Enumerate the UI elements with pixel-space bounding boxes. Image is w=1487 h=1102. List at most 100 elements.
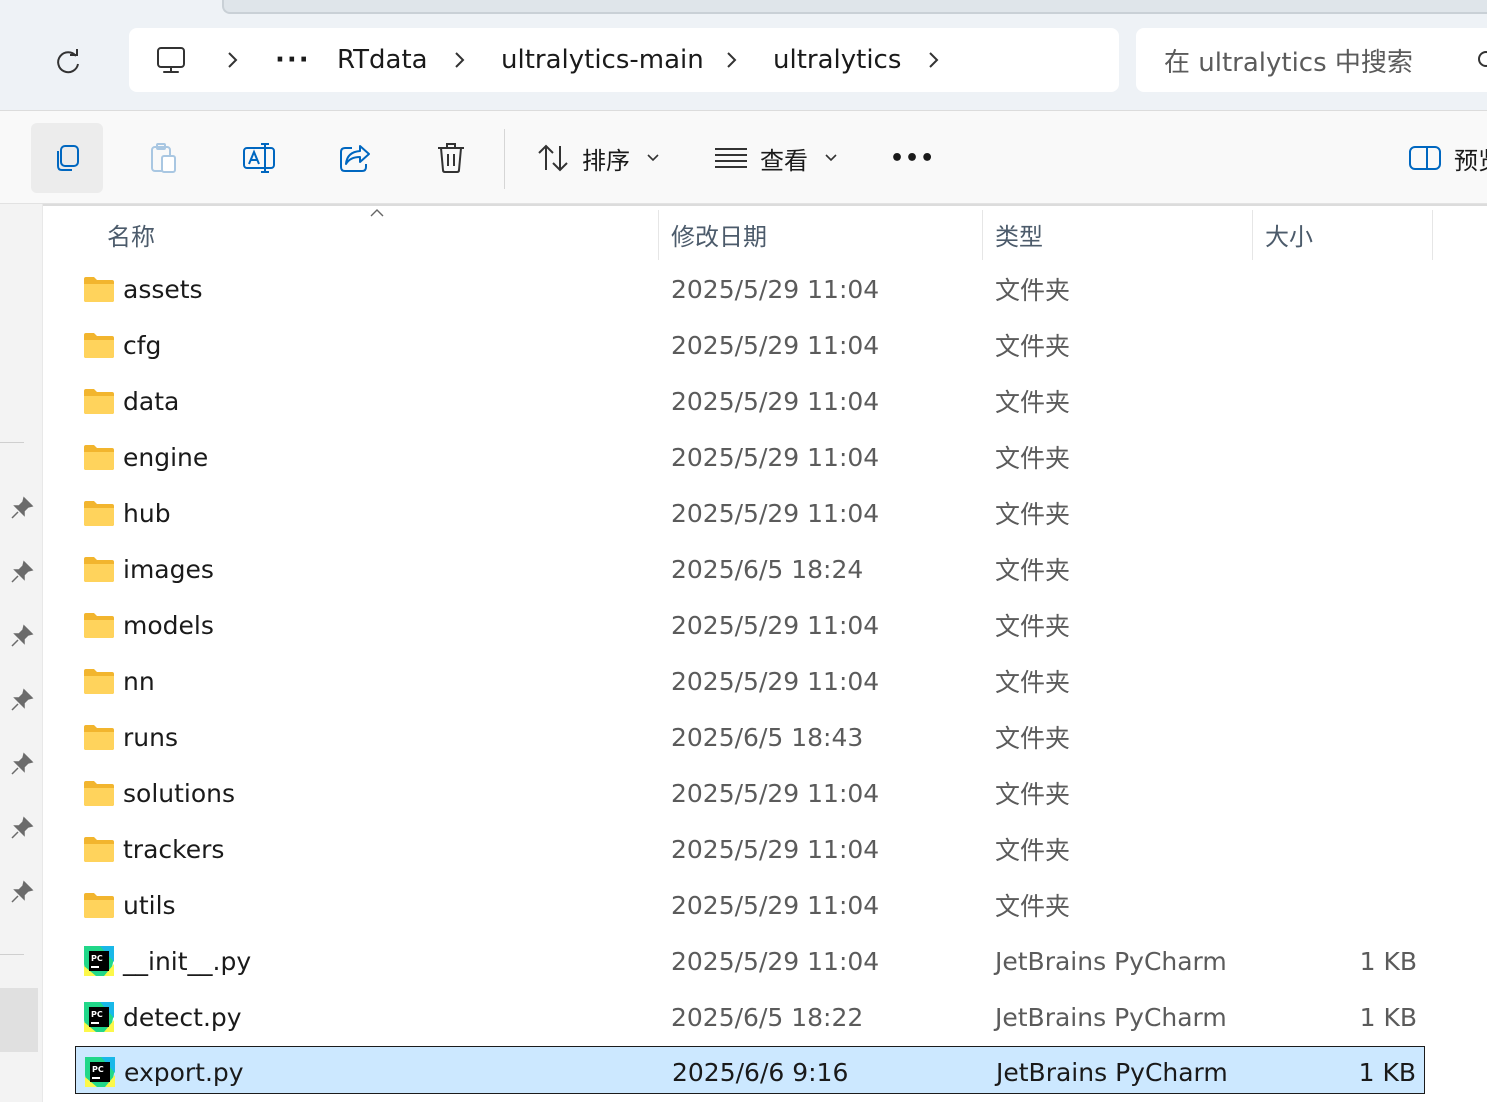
file-name: solutions <box>123 778 236 808</box>
preview-pane-button[interactable]: 预览 <box>1408 123 1487 193</box>
pin-icon[interactable] <box>10 496 34 520</box>
file-name: detect.py <box>123 1002 242 1032</box>
column-divider[interactable] <box>982 210 983 260</box>
pin-icon[interactable] <box>10 560 34 584</box>
column-header-type[interactable]: 类型 <box>995 206 1043 262</box>
file-type: JetBrains PyCharm <box>995 1002 1227 1032</box>
file-date: 2025/6/5 18:24 <box>671 554 864 584</box>
pin-icon[interactable] <box>10 752 34 776</box>
folder-row[interactable]: nn 2025/5/29 11:04 文件夹 <box>75 656 1425 706</box>
chevron-right-icon[interactable] <box>716 28 746 92</box>
file-date: 2025/5/29 11:04 <box>671 274 880 304</box>
chevron-right-icon[interactable] <box>217 28 247 92</box>
file-date: 2025/5/29 11:04 <box>671 498 880 528</box>
folder-row[interactable]: utils 2025/5/29 11:04 文件夹 <box>75 880 1425 930</box>
column-header-date[interactable]: 修改日期 <box>671 206 767 262</box>
pin-icon[interactable] <box>10 688 34 712</box>
view-icon <box>715 148 747 168</box>
folder-row[interactable]: engine 2025/5/29 11:04 文件夹 <box>75 432 1425 482</box>
preview-label: 预览 <box>1454 146 1487 175</box>
share-icon <box>340 145 370 172</box>
folder-row[interactable]: images 2025/6/5 18:24 文件夹 <box>75 544 1425 594</box>
column-header-name[interactable]: 名称 <box>107 206 155 262</box>
file-type: 文件夹 <box>995 388 1071 417</box>
chevron-right-icon[interactable] <box>918 28 948 92</box>
folder-icon <box>84 333 114 358</box>
chevron-down-icon <box>825 154 837 162</box>
toolbar-divider <box>504 129 505 189</box>
more-options-button[interactable]: ••• <box>890 123 935 193</box>
breadcrumb-overflow-button[interactable]: ··· <box>275 28 311 92</box>
file-row[interactable]: PC export.py 2025/6/6 9:16 JetBrains PyChar… <box>75 1046 1425 1094</box>
file-row[interactable]: PC __init__.py 2025/5/29 11:04 JetBrains Py… <box>75 936 1425 986</box>
share-button[interactable] <box>319 123 391 193</box>
copy-icon <box>57 145 79 171</box>
svg-text:PC: PC <box>92 1065 104 1074</box>
pin-icon[interactable] <box>10 624 34 648</box>
column-divider[interactable] <box>1432 210 1433 260</box>
breadcrumb-item-ultralytics-main[interactable]: ultralytics-main <box>501 28 704 92</box>
nav-divider <box>0 442 24 443</box>
computer-breadcrumb-button[interactable] <box>155 28 187 92</box>
folder-row[interactable]: models 2025/5/29 11:04 文件夹 <box>75 600 1425 650</box>
breadcrumb-item-ultralytics[interactable]: ultralytics <box>773 28 901 92</box>
refresh-button[interactable] <box>44 40 92 84</box>
folder-row[interactable]: hub 2025/5/29 11:04 文件夹 <box>75 488 1425 538</box>
file-date: 2025/5/29 11:04 <box>671 946 880 976</box>
pin-icon[interactable] <box>10 880 34 904</box>
copy-button[interactable] <box>31 123 103 193</box>
search-box[interactable]: 在 ultralytics 中搜索 <box>1136 28 1487 92</box>
folder-icon <box>84 557 114 582</box>
file-date: 2025/5/29 11:04 <box>671 386 880 416</box>
file-name: __init__.py <box>123 946 252 976</box>
pycharm-file-icon: PC <box>84 946 114 976</box>
folder-icon <box>84 669 114 694</box>
search-icon[interactable] <box>1476 50 1487 70</box>
file-name: cfg <box>123 330 162 360</box>
sort-dropdown[interactable]: 排序 <box>536 123 660 193</box>
pycharm-file-icon: PC <box>85 1057 115 1087</box>
active-tab-edge[interactable] <box>222 0 1487 14</box>
file-size: 1 KB <box>1359 946 1417 976</box>
folder-icon <box>84 725 114 750</box>
pycharm-file-icon: PC <box>84 1002 114 1032</box>
folder-icon <box>84 501 114 526</box>
folder-row[interactable]: assets 2025/5/29 11:04 文件夹 <box>75 264 1425 314</box>
paste-button[interactable] <box>127 123 199 193</box>
file-type: 文件夹 <box>995 668 1071 697</box>
folder-row[interactable]: solutions 2025/5/29 11:04 文件夹 <box>75 768 1425 818</box>
folder-icon <box>84 445 114 470</box>
folder-row[interactable]: data 2025/5/29 11:04 文件夹 <box>75 376 1425 426</box>
file-row[interactable]: PC detect.py 2025/6/5 18:22 JetBrains PyCha… <box>75 992 1425 1042</box>
file-name: data <box>123 386 180 416</box>
pin-icon[interactable] <box>10 816 34 840</box>
file-size: 1 KB <box>1358 1057 1416 1087</box>
column-header-size[interactable]: 大小 <box>1265 206 1313 262</box>
folder-row[interactable]: trackers 2025/5/29 11:04 文件夹 <box>75 824 1425 874</box>
folder-row[interactable]: runs 2025/6/5 18:43 文件夹 <box>75 712 1425 762</box>
file-type: 文件夹 <box>995 332 1071 361</box>
folder-icon <box>84 837 114 862</box>
file-date: 2025/6/6 9:16 <box>672 1057 849 1087</box>
view-dropdown[interactable]: 查看 <box>714 123 838 193</box>
preview-pane-icon <box>1409 146 1441 170</box>
file-date: 2025/6/5 18:22 <box>671 1002 864 1032</box>
column-divider[interactable] <box>658 210 659 260</box>
rename-button[interactable] <box>223 123 295 193</box>
delete-button[interactable] <box>415 123 487 193</box>
search-input[interactable]: 在 ultralytics 中搜索 <box>1164 28 1413 92</box>
file-name: hub <box>123 498 171 528</box>
command-bar: 排序 查看 ••• 预览 <box>0 111 1487 204</box>
breadcrumb-item-rtdata[interactable]: RTdata <box>337 28 428 92</box>
nav-selected-item[interactable] <box>0 988 38 1052</box>
breadcrumb[interactable]: ··· RTdata ultralytics-main ultralytics <box>129 28 1119 92</box>
chevron-right-icon[interactable] <box>444 28 474 92</box>
file-type: JetBrains PyCharm <box>996 1057 1228 1087</box>
file-type: 文件夹 <box>995 276 1071 305</box>
file-name: assets <box>123 274 203 304</box>
file-type: 文件夹 <box>995 780 1071 809</box>
computer-icon <box>157 47 185 73</box>
tab-strip <box>0 0 1487 14</box>
column-divider[interactable] <box>1252 210 1253 260</box>
folder-row[interactable]: cfg 2025/5/29 11:04 文件夹 <box>75 320 1425 370</box>
